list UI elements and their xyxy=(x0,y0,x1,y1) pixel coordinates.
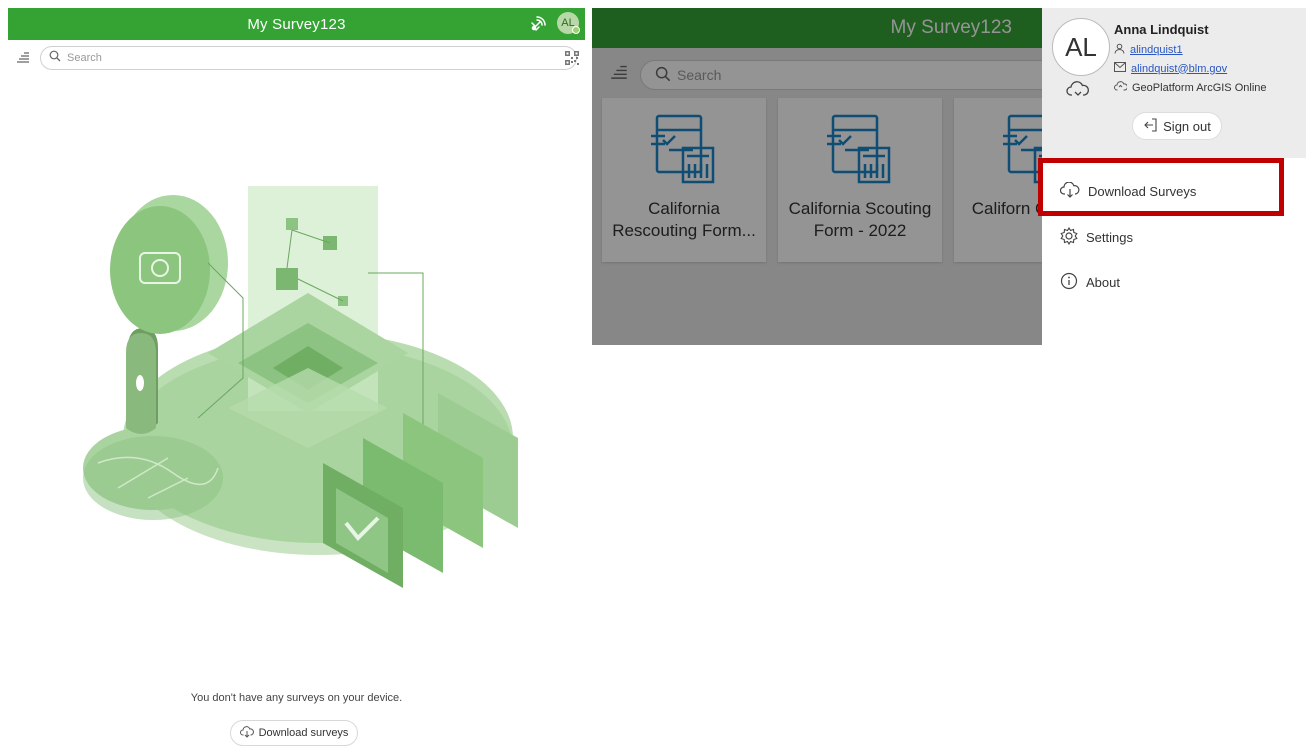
qr-code-icon[interactable] xyxy=(565,51,579,70)
search-placeholder: Search xyxy=(677,67,722,83)
search-field[interactable] xyxy=(40,46,577,70)
empty-state-message: You don't have any surveys on your devic… xyxy=(190,692,403,704)
menu-item-settings[interactable]: Settings xyxy=(1060,226,1133,248)
portal-cloud-icon xyxy=(1114,81,1128,94)
cloud-download-icon xyxy=(239,725,254,741)
app-title: My Survey123 xyxy=(247,15,346,33)
profile-section: AL Anna Lindquist alindquist1 alindquist… xyxy=(1042,8,1306,158)
info-icon xyxy=(1060,272,1078,293)
cloud-icon xyxy=(1066,80,1090,103)
side-drawer: AL Anna Lindquist alindquist1 alindquist… xyxy=(1038,8,1306,345)
search-icon xyxy=(655,66,671,85)
menu-item-label: Settings xyxy=(1086,230,1133,245)
empty-state-illustration xyxy=(78,178,528,598)
survey-card[interactable]: California Rescouting Form... xyxy=(602,98,766,262)
profile-name: Anna Lindquist xyxy=(1114,22,1209,37)
sign-out-label: Sign out xyxy=(1163,118,1211,134)
menu-item-label: About xyxy=(1086,275,1120,290)
search-input[interactable] xyxy=(65,51,529,65)
survey-card-title: California Rescouting Form... xyxy=(612,199,756,240)
profile-portal-row: GeoPlatform ArcGIS Online xyxy=(1114,81,1267,94)
right-screen: My Survey123 Search California Rescoutin… xyxy=(592,8,1306,345)
survey-card-title: California Scouting Form - 2022 xyxy=(788,199,932,240)
left-screen: My Survey123 AL Search You don't have an… xyxy=(8,8,585,755)
user-icon xyxy=(1114,43,1125,57)
menu-item-about[interactable]: About xyxy=(1060,272,1120,293)
search-icon xyxy=(49,49,61,67)
gallery-header: My Survey123 xyxy=(592,8,1042,48)
download-surveys-button[interactable]: Download surveys xyxy=(230,720,358,746)
survey-card[interactable]: California Scouting Form - 2022 xyxy=(778,98,942,262)
profile-username[interactable]: alindquist1 xyxy=(1130,44,1183,56)
mail-icon xyxy=(1114,62,1126,75)
profile-avatar: AL xyxy=(1052,18,1110,76)
sign-out-button[interactable]: Sign out xyxy=(1132,112,1222,140)
form-icon xyxy=(602,98,766,198)
gear-icon xyxy=(1060,226,1078,248)
user-avatar[interactable]: AL xyxy=(557,12,580,34)
menu-icon[interactable] xyxy=(16,51,30,70)
menu-icon[interactable] xyxy=(610,64,628,87)
online-status-dot xyxy=(572,26,580,34)
profile-initials: AL xyxy=(1065,31,1097,62)
highlight-box xyxy=(1038,158,1284,216)
form-icon xyxy=(778,98,942,198)
search-row xyxy=(8,46,585,72)
sign-out-icon xyxy=(1143,117,1157,135)
app-header: My Survey123 AL xyxy=(8,8,585,40)
profile-portal: GeoPlatform ArcGIS Online xyxy=(1132,81,1267,94)
profile-username-row: alindquist1 xyxy=(1114,43,1183,57)
profile-email-row: alindquist@blm.gov xyxy=(1114,62,1227,75)
gps-signal-icon[interactable] xyxy=(529,13,549,33)
gallery-title: My Survey123 xyxy=(890,17,1012,38)
download-surveys-label: Download surveys xyxy=(258,727,349,739)
profile-email[interactable]: alindquist@blm.gov xyxy=(1131,63,1227,75)
gallery-search-field[interactable]: Search xyxy=(640,60,1060,90)
